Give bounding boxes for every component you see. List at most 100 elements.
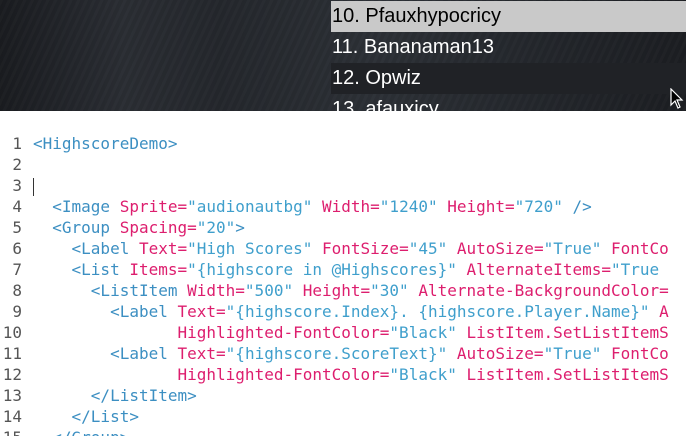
code-token: "45" — [408, 239, 457, 258]
code-line[interactable]: 12 Highlighted-FontColor="Black" ListIte… — [0, 364, 669, 385]
code-line[interactable]: 2 — [0, 154, 22, 175]
code-token: <ListItem — [90, 281, 188, 300]
game-preview-panel: 10. Pfauxhypocricy 11. Bananaman13 12. O… — [0, 0, 686, 111]
code-token: "20" — [196, 218, 236, 237]
code-line[interactable]: 9 <Label Text="{highscore.Index}. {highs… — [0, 301, 668, 322]
line-number: 11 — [2, 344, 22, 363]
code-text: <Label Text="High Scores" FontSize="45" … — [33, 238, 669, 259]
code-token: FontCo — [611, 344, 669, 363]
code-token: AutoSize= — [456, 239, 544, 258]
line-number: 2 — [12, 155, 22, 174]
code-token: AlternateItems= — [466, 260, 611, 279]
code-token: </List> — [71, 407, 139, 426]
code-token: A — [659, 302, 669, 321]
code-token: "audionautbg" — [187, 197, 322, 216]
code-token: "720" — [514, 197, 573, 216]
code-line[interactable]: 3 — [0, 175, 22, 196]
code-line[interactable]: 13 </ListItem> — [0, 385, 197, 406]
code-token: "Black" — [389, 365, 467, 384]
code-token: > — [235, 218, 245, 237]
code-token: Spacing= — [119, 218, 197, 237]
highscore-row[interactable]: 13. afauxicy — [331, 94, 686, 111]
line-number: 12 — [2, 365, 22, 384]
code-token: Text= — [177, 302, 226, 321]
code-token: ListItem.SetListItemS — [466, 323, 669, 342]
line-number: 14 — [2, 407, 22, 426]
line-number: 1 — [12, 134, 22, 153]
line-number: 6 — [12, 239, 22, 258]
code-token: "{highscore in @Highscores}" — [187, 260, 467, 279]
code-line[interactable]: 1 <HighscoreDemo> — [0, 133, 177, 154]
code-token: Height= — [447, 197, 515, 216]
line-number: 13 — [2, 386, 22, 405]
code-token: Width= — [187, 281, 245, 300]
code-line[interactable]: 5 <Group Spacing="20"> — [0, 217, 245, 238]
code-token: Highlighted-FontColor= — [177, 365, 390, 384]
code-token: "500" — [244, 281, 303, 300]
code-token: Width= — [322, 197, 380, 216]
line-number: 4 — [12, 197, 22, 216]
code-token: ListItem.SetListItemS — [466, 365, 669, 384]
code-line[interactable]: 4 <Image Sprite="audionautbg" Width="124… — [0, 196, 591, 217]
code-line[interactable]: 14 </List> — [0, 406, 139, 427]
code-text: <Label Text="{highscore.Index}. {highsco… — [33, 301, 669, 322]
code-token: Text= — [138, 239, 188, 258]
code-text: <HighscoreDemo> — [33, 133, 178, 154]
highscore-list[interactable]: 10. Pfauxhypocricy 11. Bananaman13 12. O… — [331, 1, 686, 111]
line-number: 9 — [12, 302, 22, 321]
code-text: </ListItem> — [33, 385, 197, 406]
line-number: 5 — [12, 218, 22, 237]
code-token: "{highscore.ScoreText}" — [225, 344, 457, 363]
code-token: "True" — [543, 344, 611, 363]
highscore-row-selected[interactable]: 10. Pfauxhypocricy — [331, 1, 686, 32]
code-line[interactable]: 15 </Group> — [0, 427, 130, 436]
code-token: <Label — [110, 344, 178, 363]
code-token: Height= — [302, 281, 371, 300]
code-token: <Label — [71, 239, 139, 258]
code-token: "True" — [543, 239, 612, 258]
code-line[interactable]: 7 <List Items="{highscore in @Highscores… — [0, 259, 659, 280]
code-token: <Image — [52, 197, 120, 216]
code-token: Text= — [177, 344, 226, 363]
line-number: 10 — [2, 323, 22, 342]
code-line[interactable]: 6 <Label Text="High Scores" FontSize="45… — [0, 238, 668, 259]
code-text: <ListItem Width="500" Height="30" Altern… — [33, 280, 669, 301]
code-line[interactable]: 8 <ListItem Width="500" Height="30" Alte… — [0, 280, 668, 301]
code-text: <Group Spacing="20"> — [33, 217, 245, 238]
code-token: "High Scores" — [187, 239, 322, 258]
code-token: FontSize= — [322, 239, 409, 258]
code-token: Highlighted-FontColor= — [177, 323, 390, 342]
text-caret — [33, 178, 34, 196]
code-token: /> — [572, 197, 592, 216]
code-token: "True — [610, 260, 660, 279]
line-number: 8 — [12, 281, 22, 300]
code-token: Sprite= — [119, 197, 188, 216]
code-editor[interactable]: 1 <HighscoreDemo> 2 3 4 <Image Sprite="audio… — [0, 111, 686, 436]
code-text: <List Items="{highscore in @Highscores}"… — [33, 259, 660, 280]
code-token: "Black" — [389, 323, 467, 342]
code-token: <HighscoreDemo> — [33, 134, 178, 153]
code-token: Items= — [129, 260, 188, 279]
code-token: <Label — [110, 302, 178, 321]
code-text: Highlighted-FontColor="Black" ListItem.S… — [33, 364, 669, 385]
code-line[interactable]: 10 Highlighted-FontColor="Black" ListIte… — [0, 322, 669, 343]
code-text: </Group> — [33, 427, 129, 436]
code-token: <Group — [52, 218, 120, 237]
code-text: Highlighted-FontColor="Black" ListItem.S… — [33, 322, 669, 343]
highscore-row[interactable]: 12. Opwiz — [331, 63, 686, 94]
code-token: FontCo — [611, 239, 669, 258]
code-token: "{highscore.Index}. {highscore.Player.Na… — [225, 302, 660, 321]
code-text: <Label Text="{highscore.ScoreText}" Auto… — [33, 343, 669, 364]
code-text: <Image Sprite="audionautbg" Width="1240"… — [33, 196, 592, 217]
code-token: AutoSize= — [456, 344, 544, 363]
code-line[interactable]: 11 <Label Text="{highscore.ScoreText}" A… — [0, 343, 669, 364]
highscore-row[interactable]: 11. Bananaman13 — [331, 32, 686, 63]
